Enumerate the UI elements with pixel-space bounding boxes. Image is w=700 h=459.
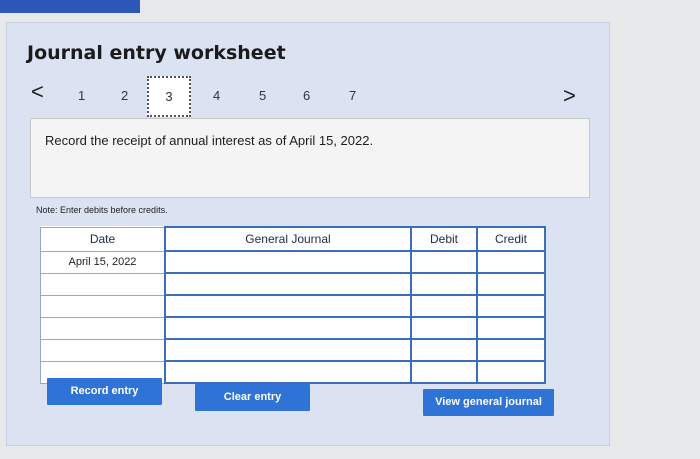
account-input[interactable] bbox=[164, 338, 412, 362]
date-cell: April 15, 2022 bbox=[40, 250, 166, 274]
debit-input[interactable] bbox=[410, 294, 478, 318]
step-4[interactable]: 4 bbox=[213, 88, 220, 103]
credit-input[interactable] bbox=[476, 250, 546, 274]
journal-table: Date General Journal Debit Credit April … bbox=[40, 226, 546, 384]
account-input[interactable] bbox=[164, 294, 412, 318]
next-arrow-icon[interactable]: > bbox=[563, 85, 576, 107]
date-cell bbox=[40, 338, 166, 362]
step-3-active[interactable]: 3 bbox=[147, 76, 191, 117]
date-cell bbox=[40, 316, 166, 340]
debit-input[interactable] bbox=[410, 272, 478, 296]
prev-arrow-icon[interactable]: < bbox=[31, 81, 44, 103]
account-input[interactable] bbox=[164, 250, 412, 274]
header-date: Date bbox=[40, 226, 166, 252]
debit-input[interactable] bbox=[410, 316, 478, 340]
table-row bbox=[40, 338, 546, 362]
account-input[interactable] bbox=[164, 316, 412, 340]
header-general-journal: General Journal bbox=[164, 226, 412, 252]
top-bar bbox=[0, 0, 140, 13]
table-row bbox=[40, 294, 546, 318]
note-text: Note: Enter debits before credits. bbox=[36, 205, 168, 215]
debit-input[interactable] bbox=[410, 360, 478, 384]
view-general-journal-button[interactable]: View general journal bbox=[423, 389, 554, 416]
table-row bbox=[40, 316, 546, 340]
prompt-text: Record the receipt of annual interest as… bbox=[45, 133, 374, 148]
prompt-box: Record the receipt of annual interest as… bbox=[30, 118, 590, 198]
credit-input[interactable] bbox=[476, 272, 546, 296]
worksheet-panel: Journal entry worksheet < 1 2 3 4 5 6 7 … bbox=[6, 22, 610, 446]
step-1[interactable]: 1 bbox=[78, 88, 85, 103]
header-debit: Debit bbox=[410, 226, 478, 252]
clear-entry-button[interactable]: Clear entry bbox=[195, 384, 310, 411]
step-2[interactable]: 2 bbox=[121, 88, 128, 103]
table-row: April 15, 2022 bbox=[40, 250, 546, 274]
step-5[interactable]: 5 bbox=[259, 88, 266, 103]
step-6[interactable]: 6 bbox=[303, 88, 310, 103]
debit-input[interactable] bbox=[410, 338, 478, 362]
header-credit: Credit bbox=[476, 226, 546, 252]
record-entry-button[interactable]: Record entry bbox=[47, 378, 162, 405]
credit-input[interactable] bbox=[476, 316, 546, 340]
date-cell bbox=[40, 294, 166, 318]
debit-input[interactable] bbox=[410, 250, 478, 274]
date-cell bbox=[40, 272, 166, 296]
account-input[interactable] bbox=[164, 272, 412, 296]
page-title: Journal entry worksheet bbox=[27, 42, 286, 64]
account-input[interactable] bbox=[164, 360, 412, 384]
credit-input[interactable] bbox=[476, 360, 546, 384]
table-row bbox=[40, 272, 546, 296]
credit-input[interactable] bbox=[476, 338, 546, 362]
step-7[interactable]: 7 bbox=[349, 88, 356, 103]
credit-input[interactable] bbox=[476, 294, 546, 318]
